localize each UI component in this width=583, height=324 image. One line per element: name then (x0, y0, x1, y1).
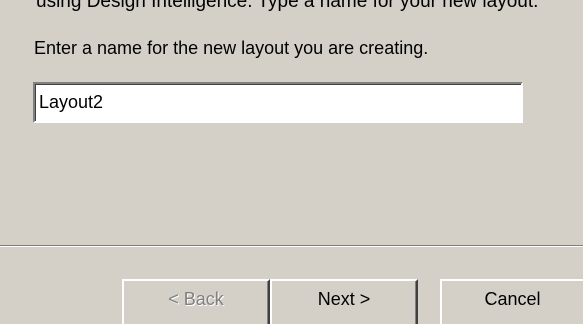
layout-name-input[interactable] (33, 82, 523, 123)
next-button[interactable]: Next > (270, 279, 418, 324)
new-layout-wizard-dialog: using Design Intelligence. Type a name f… (0, 0, 583, 324)
header-description-text: using Design Intelligence. Type a name f… (36, 0, 539, 12)
cancel-button[interactable]: Cancel (440, 279, 583, 324)
instruction-label: Enter a name for the new layout you are … (34, 38, 429, 58)
back-button[interactable]: < Back (122, 279, 270, 324)
footer-separator (0, 245, 583, 247)
